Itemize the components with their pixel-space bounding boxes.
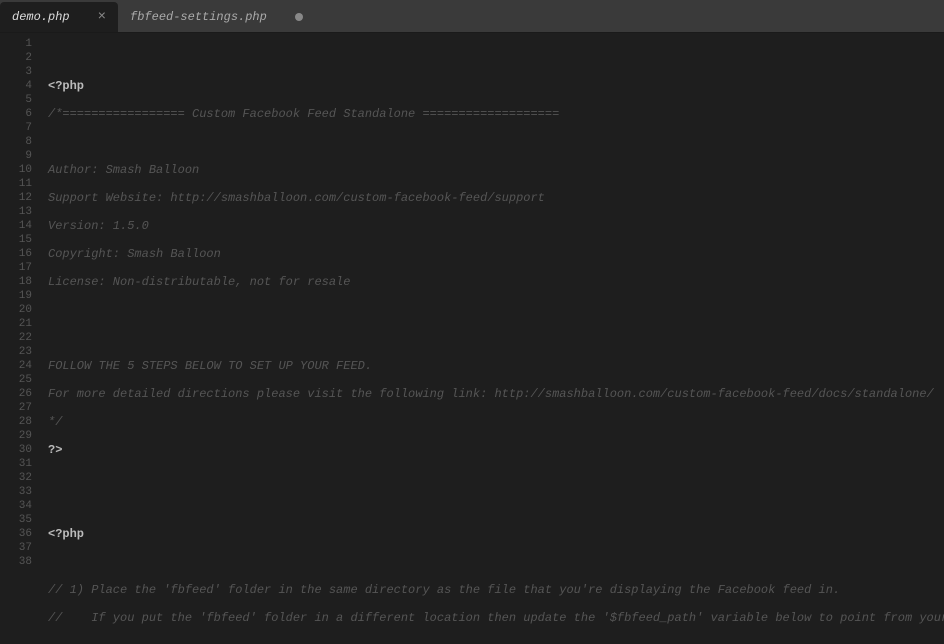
line-number: 26 <box>4 387 32 401</box>
line-number: 8 <box>4 135 32 149</box>
tab-label: fbfeed-settings.php <box>130 10 267 24</box>
line-number: 30 <box>4 443 32 457</box>
line-number: 3 <box>4 65 32 79</box>
code-editor[interactable]: 1234567891011121314151617181920212223242… <box>0 33 944 644</box>
line-number: 12 <box>4 191 32 205</box>
line-number: 10 <box>4 163 32 177</box>
line-number: 24 <box>4 359 32 373</box>
dirty-indicator-icon <box>295 13 303 21</box>
line-number: 19 <box>4 289 32 303</box>
close-icon[interactable]: × <box>98 10 106 24</box>
line-number: 18 <box>4 275 32 289</box>
line-number: 7 <box>4 121 32 135</box>
line-number: 20 <box>4 303 32 317</box>
line-number: 1 <box>4 37 32 51</box>
line-number: 31 <box>4 457 32 471</box>
line-number: 11 <box>4 177 32 191</box>
line-number: 32 <box>4 471 32 485</box>
line-number: 28 <box>4 415 32 429</box>
line-number: 13 <box>4 205 32 219</box>
line-number: 16 <box>4 247 32 261</box>
tab-demo-php[interactable]: demo.php × <box>0 2 118 32</box>
line-number: 15 <box>4 233 32 247</box>
line-number: 9 <box>4 149 32 163</box>
tab-label: demo.php <box>12 10 70 24</box>
line-number: 36 <box>4 527 32 541</box>
line-number: 25 <box>4 373 32 387</box>
code-area[interactable]: <?php /*================= Custom Faceboo… <box>40 33 944 644</box>
line-number-gutter: 1234567891011121314151617181920212223242… <box>0 33 40 644</box>
line-number: 21 <box>4 317 32 331</box>
tab-fbfeed-settings-php[interactable]: fbfeed-settings.php <box>118 2 315 32</box>
line-number: 33 <box>4 485 32 499</box>
line-number: 27 <box>4 401 32 415</box>
line-number: 37 <box>4 541 32 555</box>
line-number: 38 <box>4 555 32 569</box>
line-number: 14 <box>4 219 32 233</box>
line-number: 23 <box>4 345 32 359</box>
line-number: 6 <box>4 107 32 121</box>
line-number: 35 <box>4 513 32 527</box>
line-number: 17 <box>4 261 32 275</box>
tab-bar: demo.php × fbfeed-settings.php <box>0 0 944 33</box>
line-number: 5 <box>4 93 32 107</box>
line-number: 2 <box>4 51 32 65</box>
line-number: 22 <box>4 331 32 345</box>
line-number: 29 <box>4 429 32 443</box>
line-number: 4 <box>4 79 32 93</box>
line-number: 34 <box>4 499 32 513</box>
